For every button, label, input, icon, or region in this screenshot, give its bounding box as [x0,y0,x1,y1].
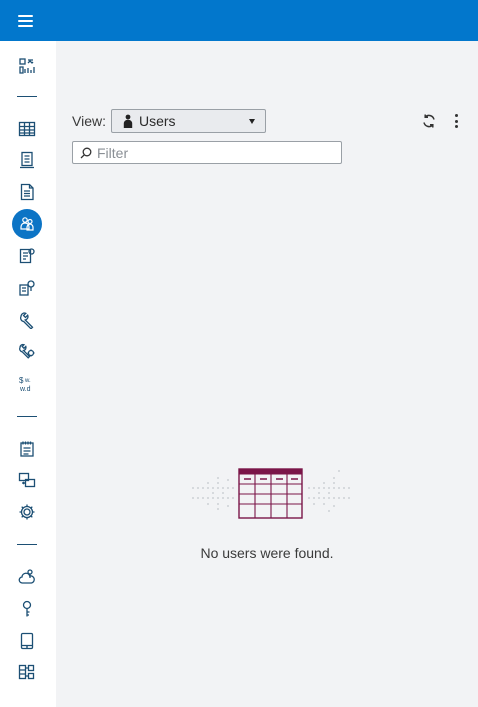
empty-state-message: No users were found. [200,545,334,561]
svg-text:$: $ [19,376,24,385]
notepad-icon[interactable] [12,434,42,464]
tablet-icon[interactable] [12,626,42,656]
cloud-icon[interactable] [12,562,42,592]
dashboard-icon[interactable] [12,51,42,81]
view-dropdown-value: Users [139,113,176,129]
hamburger-menu-icon[interactable] [18,14,33,27]
wrench-icon[interactable] [12,305,42,335]
empty-table-icon [192,468,350,519]
table-grid-icon[interactable] [12,114,42,144]
server-icon[interactable] [12,145,42,175]
server-key-icon[interactable] [12,273,42,303]
svg-text:w.: w. [24,378,31,384]
view-dropdown[interactable]: Users [111,109,266,133]
filter-field[interactable] [72,141,342,164]
users-group-icon[interactable] [12,209,42,239]
nav-separator [17,416,37,417]
svg-text:w.d: w.d [19,386,31,393]
nav-separator [17,544,37,545]
currency-format-icon[interactable]: $ w. w.d [12,369,42,399]
refresh-icon[interactable] [420,112,438,130]
gear-icon[interactable] [12,497,42,527]
workflow-icon[interactable] [12,657,42,687]
key-icon[interactable] [12,594,42,624]
filter-input[interactable] [97,144,337,161]
document-icon[interactable] [12,177,42,207]
chevron-down-icon [249,119,255,124]
search-icon [80,147,92,159]
view-label: View: [72,113,106,129]
top-bar [0,0,478,41]
transfer-icon[interactable] [12,465,42,495]
nav-separator [17,96,37,97]
more-vertical-icon[interactable] [450,112,464,130]
user-icon [123,114,133,128]
side-navigation: $ w. w.d [0,41,56,707]
wrench-gear-icon[interactable] [12,337,42,367]
job-list-icon[interactable] [12,241,42,271]
